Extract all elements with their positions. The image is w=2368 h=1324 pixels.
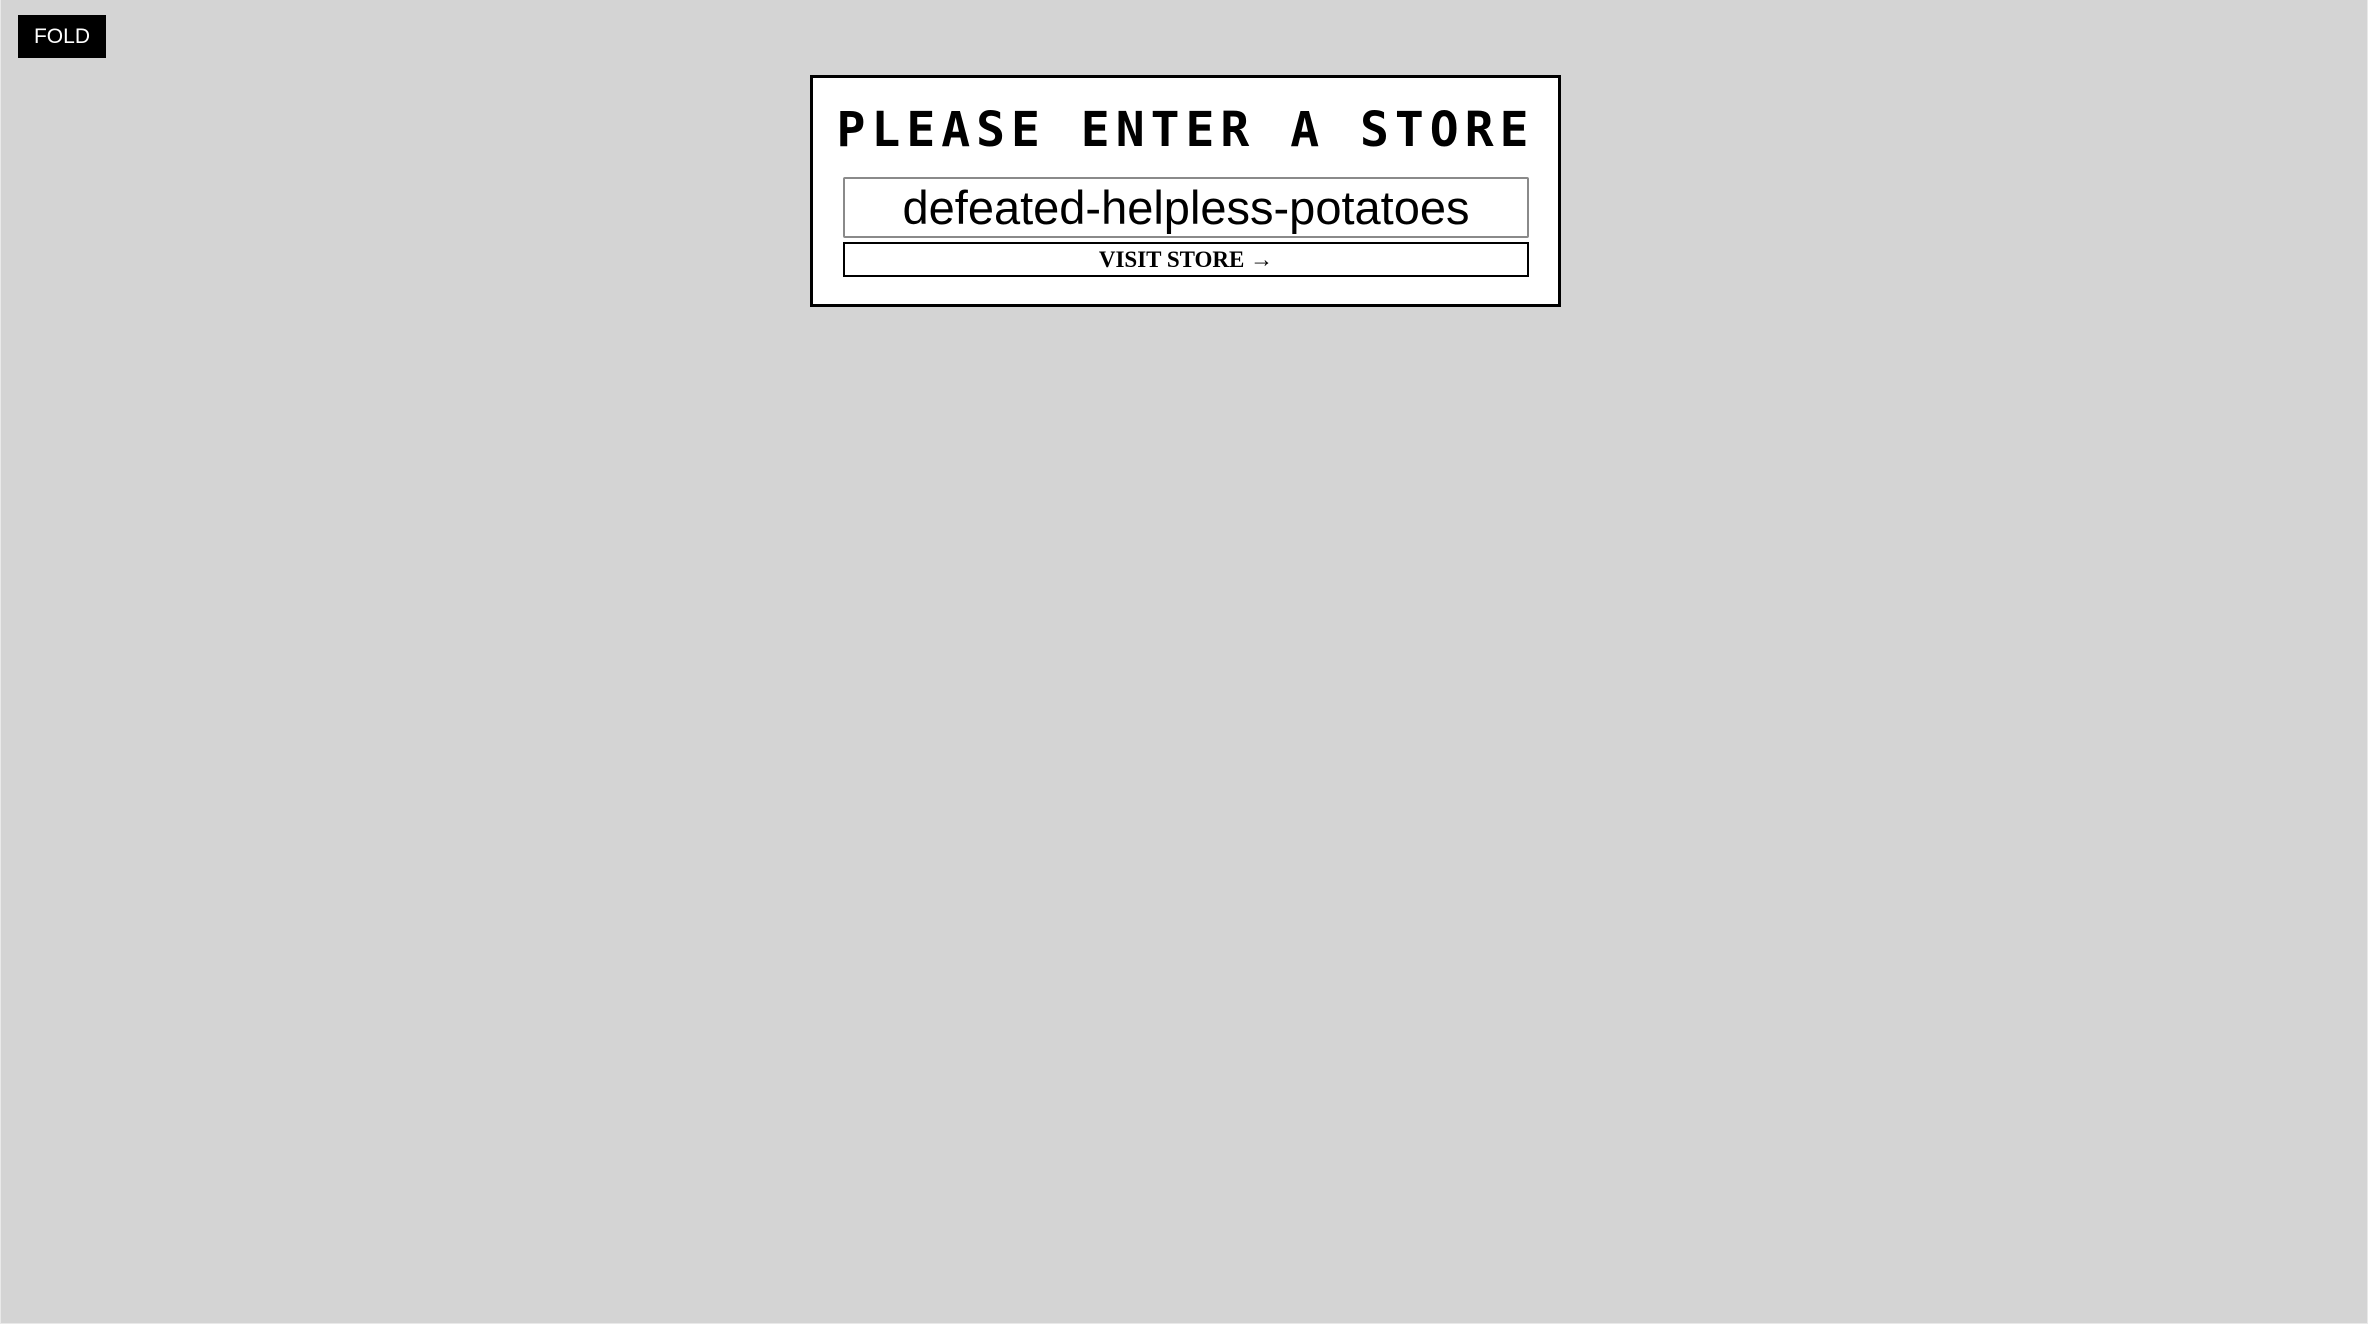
panel-title: PLEASE ENTER A STORE (836, 102, 1535, 158)
visit-store-button[interactable]: VISIT STORE → (843, 242, 1529, 277)
store-entry-panel: PLEASE ENTER A STORE VISIT STORE → (810, 75, 1561, 307)
page: FOLD PLEASE ENTER A STORE VISIT STORE → (0, 0, 2368, 1324)
fold-button[interactable]: FOLD (18, 15, 106, 58)
store-name-input[interactable] (843, 177, 1529, 238)
